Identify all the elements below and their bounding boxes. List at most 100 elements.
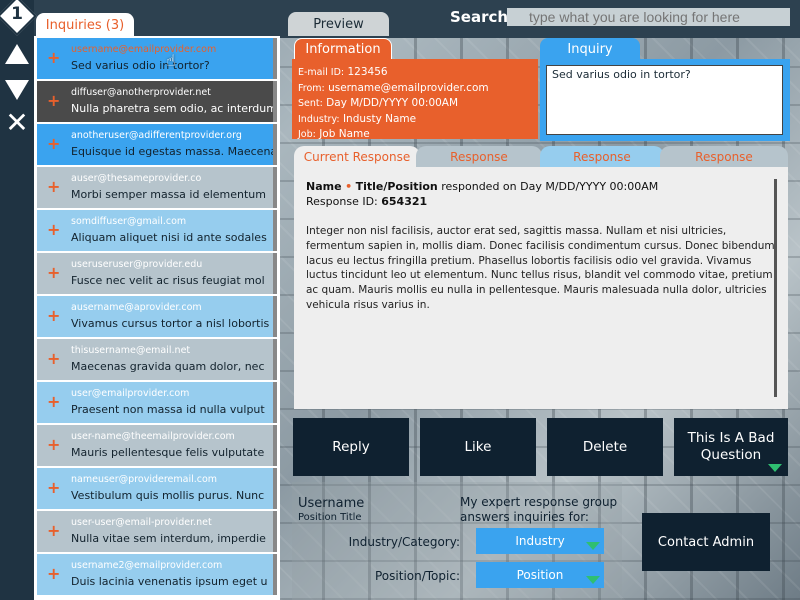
scroll-down-button[interactable]: [3, 76, 31, 104]
inquiry-email: somdiffuser@gmail.com: [71, 216, 187, 227]
contact-admin-button[interactable]: Contact Admin: [642, 513, 770, 571]
inquiry-snippet: Praesent non massa id nulla vulput: [71, 403, 265, 416]
inquiry-panel: Sed varius odio in tortor?: [540, 59, 790, 141]
inquiry-email: username2@emailprovider.com: [71, 560, 223, 571]
expand-plus-icon[interactable]: +: [47, 478, 60, 497]
inquiry-email: diffuser@anotherprovider.net: [71, 87, 211, 98]
inquiry-item[interactable]: + username@emailprovider.com Sed varius od…: [37, 38, 277, 79]
inquiry-email: user-user@email-provider.net: [71, 517, 212, 528]
tab-current-response[interactable]: Current Response: [294, 146, 420, 168]
position-dropdown-value: Position: [516, 568, 564, 582]
tab-response-4[interactable]: Response: [660, 146, 788, 168]
response-body: Integer non nisl facilisis, auctor erat …: [306, 225, 775, 311]
position-topic-label: Position/Topic:: [375, 569, 460, 583]
inquiry-item[interactable]: + auser@thesameprovider.co Morbi semper ma…: [37, 167, 277, 208]
industry-category-label: Industry/Category:: [348, 535, 460, 549]
sent-label: Sent:: [298, 98, 323, 109]
inquiry-item[interactable]: + anotheruser@adifferentprovider.org Equis…: [37, 124, 277, 165]
inquiry-email: thisusername@email.net: [71, 345, 191, 356]
sent-value: Day M/DD/YYYY 00:00AM: [326, 97, 459, 109]
expand-plus-icon[interactable]: +: [47, 435, 60, 454]
responder-title: Title/Position: [355, 180, 438, 193]
industry-dropdown[interactable]: Industry: [476, 528, 604, 554]
inquiry-snippet: Duis lacinia venenatis ipsum eget u: [71, 575, 268, 588]
separator-dot: •: [345, 180, 353, 193]
inquiry-item[interactable]: + somdiffuser@gmail.com Aliquam aliquet ni…: [37, 210, 277, 251]
expand-plus-icon[interactable]: +: [47, 564, 60, 583]
expand-plus-icon[interactable]: +: [47, 263, 60, 282]
tab-information[interactable]: Information: [294, 38, 392, 60]
expand-plus-icon[interactable]: +: [47, 134, 60, 153]
inquiry-item[interactable]: + username2@emailprovider.com Duis lacinia…: [37, 554, 277, 595]
count-badge-number: 1: [11, 4, 23, 24]
expand-plus-icon[interactable]: +: [47, 48, 60, 67]
responded-date: responded on Day M/DD/YYYY 00:00AM: [441, 180, 659, 193]
search-label: Search:: [450, 8, 515, 26]
inquiry-item[interactable]: + thisusername@email.net Maecenas gravida …: [37, 339, 277, 380]
inquiry-email: nameuser@provideremail.com: [71, 474, 218, 485]
response-id-label: Response ID:: [306, 195, 378, 208]
inquiry-email: ausername@aprovider.com: [71, 302, 202, 313]
responder-name: Name: [306, 180, 342, 193]
expand-plus-icon[interactable]: +: [47, 392, 60, 411]
expand-plus-icon[interactable]: +: [47, 349, 60, 368]
close-button[interactable]: ✕: [3, 109, 31, 137]
inquiry-item[interactable]: + useruseruser@provider.edu Fusce nec veli…: [37, 253, 277, 294]
inquiry-item[interactable]: + ausername@aprovider.com Vivamus cursus t…: [37, 296, 277, 337]
inquiry-item[interactable]: + diffuser@anotherprovider.net Nulla phare…: [37, 81, 277, 122]
position-title: Position Title: [298, 512, 362, 523]
inquiry-snippet: Morbi semper massa id elementum: [71, 188, 266, 201]
inquiry-email: auser@thesameprovider.co: [71, 173, 202, 184]
inquiry-email: anotheruser@adifferentprovider.org: [71, 130, 242, 141]
inquiry-snippet: Vestibulum quis mollis purus. Nunc: [71, 489, 265, 502]
tab-response-3[interactable]: Response: [540, 146, 664, 168]
username: Username: [298, 496, 365, 511]
delete-button[interactable]: Delete: [547, 418, 663, 476]
inquiry-snippet: Fusce nec velit ac risus feugiat mol: [71, 274, 265, 287]
expand-plus-icon[interactable]: +: [47, 177, 60, 196]
expand-plus-icon[interactable]: +: [47, 306, 60, 325]
industry-dropdown-value: Industry: [515, 534, 565, 548]
from-value: username@emailprovider.com: [328, 81, 489, 94]
from-label: From:: [298, 82, 325, 94]
inquiry-snippet: Maecenas gravida quam dolor, nec: [71, 360, 265, 373]
expand-plus-icon[interactable]: +: [47, 220, 60, 239]
response-scrollbar[interactable]: [774, 179, 777, 397]
expand-plus-icon[interactable]: +: [47, 91, 60, 110]
inquiry-item[interactable]: + nameuser@provideremail.com Vestibulum qu…: [37, 468, 277, 509]
inquiry-email: useruseruser@provider.edu: [71, 259, 203, 270]
reply-button[interactable]: Reply: [293, 418, 409, 476]
tab-inquiry[interactable]: Inquiry: [540, 38, 640, 60]
industry-value: Industy Name: [342, 112, 417, 125]
response-id-value: 654321: [381, 195, 428, 208]
inquiries-tab[interactable]: Inquiries (3): [36, 13, 134, 37]
inquiry-snippet: Equisque id egestas massa. Maecenas: [71, 145, 273, 158]
mouse-cursor-icon: ☝: [166, 51, 176, 70]
bad-question-button[interactable]: This Is A Bad Question: [674, 418, 788, 476]
inquiry-item[interactable]: + user-user@email-provider.net Nulla vitae…: [37, 511, 277, 552]
email-id-value: 123456: [347, 66, 388, 78]
inquiry-item[interactable]: + user-name@theemailprovider.com Mauris pe…: [37, 425, 277, 466]
like-button[interactable]: Like: [420, 418, 536, 476]
tab-response-2[interactable]: Response: [416, 146, 542, 168]
triangle-down-icon: [5, 80, 29, 100]
job-label: Job:: [298, 129, 316, 140]
job-value: Job Name: [319, 128, 370, 140]
tab-preview[interactable]: Preview: [288, 12, 389, 36]
inquiry-snippet: Aliquam aliquet nisi id ante sodales: [71, 231, 267, 244]
expert-group-text: My expert response group answers inquiri…: [460, 495, 618, 524]
chevron-down-icon: [586, 542, 600, 550]
position-dropdown[interactable]: Position: [476, 562, 604, 588]
bad-question-label: This Is A Bad Question: [687, 430, 775, 463]
expand-plus-icon[interactable]: +: [47, 521, 60, 540]
inquiry-text: Sed varius odio in tortor?: [546, 65, 783, 135]
scroll-up-button[interactable]: [3, 40, 31, 68]
email-id-label: E-mail ID:: [298, 67, 345, 78]
response-header: Name • Title/Position responded on Day M…: [306, 179, 776, 209]
information-panel: E-mail ID: 123456 From: username@emailpr…: [292, 59, 538, 140]
inquiry-list: + username@emailprovider.com Sed varius od…: [34, 36, 280, 600]
inquiry-snippet: Mauris pellentesque felis vulputate: [71, 446, 265, 459]
chevron-down-icon: [586, 576, 600, 584]
search-input[interactable]: [507, 8, 790, 26]
inquiry-item[interactable]: + user@emailprovider.com Praesent non mass…: [37, 382, 277, 423]
